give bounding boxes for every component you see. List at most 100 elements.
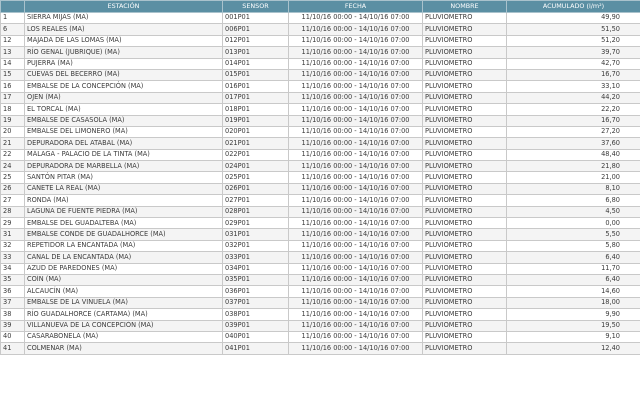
accumulated-value-cell: 5,80 <box>506 239 640 253</box>
sensor-type-cell: PLUVIOMETRO <box>422 23 507 36</box>
sensor-code-cell: 015P01 <box>222 68 289 82</box>
table-row: 36 ALCAUCÍN (MA) 036P01 11/10/16 00:00 - 14… <box>0 285 640 298</box>
table-row: 39 VILLANUEVA DE LA CONCEPCIÓN (MA) 039P01… <box>0 319 640 332</box>
header-acumulado[interactable]: ACUMULADO (l/m²) <box>506 0 640 13</box>
sensor-type-cell: PLUVIOMETRO <box>422 148 507 162</box>
rainfall-table-container: ESTACIÓN SENSOR FECHA NOMBRE ACUMULADO (… <box>0 0 640 407</box>
sensor-code-cell: 017P01 <box>222 91 289 105</box>
date-range-cell: 11/10/16 00:00 - 14/10/16 07:00 <box>288 273 423 287</box>
station-id-cell: 32 <box>0 239 25 253</box>
station-name-cell: MÁLAGA - PALACIO DE LA TINTA (MA) <box>24 148 223 162</box>
date-range-cell: 11/10/16 00:00 - 14/10/16 07:00 <box>288 91 423 105</box>
station-id-cell: 18 <box>0 103 25 116</box>
station-name-cell: DEPURADORA DE MARBELLA (MA) <box>24 160 223 173</box>
sensor-code-cell: 026P01 <box>222 182 289 196</box>
date-range-cell: 11/10/16 00:00 - 14/10/16 07:00 <box>288 23 423 36</box>
table-header-row: ESTACIÓN SENSOR FECHA NOMBRE ACUMULADO (… <box>0 0 640 13</box>
header-estacion[interactable]: ESTACIÓN <box>24 0 223 13</box>
sensor-type-cell: PLUVIOMETRO <box>422 182 507 196</box>
date-range-cell: 11/10/16 00:00 - 14/10/16 07:00 <box>288 228 423 241</box>
header-id <box>0 0 25 13</box>
station-id-cell: 41 <box>0 342 25 355</box>
station-id-cell: 29 <box>0 217 25 230</box>
table-row: 16 EMBALSE DE LA CONCEPCIÓN (MA) 016P01 11/… <box>0 80 640 93</box>
station-id-cell: 1 <box>0 11 25 25</box>
date-range-cell: 11/10/16 00:00 - 14/10/16 07:00 <box>288 171 423 184</box>
table-row: 32 REPETIDOR LA ENCANTADA (MA) 032P01 11/10… <box>0 239 640 253</box>
sensor-code-cell: 038P01 <box>222 308 289 321</box>
rainfall-table: ESTACIÓN SENSOR FECHA NOMBRE ACUMULADO (… <box>0 0 640 355</box>
accumulated-value-cell: 6,80 <box>506 194 640 207</box>
station-id-cell: 25 <box>0 171 25 184</box>
station-id-cell: 16 <box>0 80 25 93</box>
station-id-cell: 22 <box>0 148 25 162</box>
sensor-code-cell: 022P01 <box>222 148 289 162</box>
table-row: 27 RONDA (MA) 027P01 11/10/16 00:00 - 14/10… <box>0 194 640 207</box>
accumulated-value-cell: 16,70 <box>506 68 640 82</box>
date-range-cell: 11/10/16 00:00 - 14/10/16 07:00 <box>288 319 423 332</box>
sensor-type-cell: PLUVIOMETRO <box>422 46 507 59</box>
date-range-cell: 11/10/16 00:00 - 14/10/16 07:00 <box>288 160 423 173</box>
table-row: 41 COLMENAR (MA) 041P01 11/10/16 00:00 - 14… <box>0 342 640 355</box>
table-row: 28 LAGUNA DE FUENTE PIEDRA (MA) 028P01 11/1… <box>0 205 640 219</box>
accumulated-value-cell: 51,50 <box>506 23 640 36</box>
date-range-cell: 11/10/16 00:00 - 14/10/16 07:00 <box>288 194 423 207</box>
station-id-cell: 26 <box>0 182 25 196</box>
date-range-cell: 11/10/16 00:00 - 14/10/16 07:00 <box>288 308 423 321</box>
table-row: 25 SANTÓN PITAR (MA) 025P01 11/10/16 00:00 … <box>0 171 640 184</box>
station-name-cell: PUJERRA (MA) <box>24 57 223 70</box>
accumulated-value-cell: 5,50 <box>506 228 640 241</box>
station-id-cell: 14 <box>0 57 25 70</box>
date-range-cell: 11/10/16 00:00 - 14/10/16 07:00 <box>288 68 423 82</box>
table-row: 35 COÍN (MA) 035P01 11/10/16 00:00 - 14/10/… <box>0 273 640 287</box>
accumulated-value-cell: 42,70 <box>506 57 640 70</box>
date-range-cell: 11/10/16 00:00 - 14/10/16 07:00 <box>288 114 423 127</box>
sensor-code-cell: 025P01 <box>222 171 289 184</box>
date-range-cell: 11/10/16 00:00 - 14/10/16 07:00 <box>288 57 423 70</box>
station-id-cell: 38 <box>0 308 25 321</box>
sensor-type-cell: PLUVIOMETRO <box>422 80 507 93</box>
station-id-cell: 40 <box>0 330 25 344</box>
sensor-code-cell: 028P01 <box>222 205 289 219</box>
date-range-cell: 11/10/16 00:00 - 14/10/16 07:00 <box>288 137 423 150</box>
sensor-type-cell: PLUVIOMETRO <box>422 217 507 230</box>
header-sensor[interactable]: SENSOR <box>222 0 289 13</box>
sensor-type-cell: PLUVIOMETRO <box>422 114 507 127</box>
sensor-code-cell: 006P01 <box>222 23 289 36</box>
sensor-code-cell: 014P01 <box>222 57 289 70</box>
station-name-cell: VILLANUEVA DE LA CONCEPCIÓN (MA) <box>24 319 223 332</box>
table-row: 14 PUJERRA (MA) 014P01 11/10/16 00:00 - 14/… <box>0 57 640 70</box>
table-row: 22 MÁLAGA - PALACIO DE LA TINTA (MA) 022P0… <box>0 148 640 162</box>
table-row: 24 DEPURADORA DE MARBELLA (MA) 024P01 11/10… <box>0 160 640 173</box>
accumulated-value-cell: 51,20 <box>506 34 640 48</box>
station-name-cell: EMBALSE DE LA CONCEPCIÓN (MA) <box>24 80 223 93</box>
station-name-cell: LOS REALES (MA) <box>24 23 223 36</box>
station-name-cell: EMBALSE DE LA VIÑUELA (MA) <box>24 296 223 310</box>
date-range-cell: 11/10/16 00:00 - 14/10/16 07:00 <box>288 103 423 116</box>
station-name-cell: LAGUNA DE FUENTE PIEDRA (MA) <box>24 205 223 219</box>
station-id-cell: 20 <box>0 125 25 139</box>
sensor-type-cell: PLUVIOMETRO <box>422 273 507 287</box>
sensor-code-cell: 020P01 <box>222 125 289 139</box>
sensor-code-cell: 001P01 <box>222 11 289 25</box>
station-name-cell: CUEVAS DEL BECERRO (MA) <box>24 68 223 82</box>
date-range-cell: 11/10/16 00:00 - 14/10/16 07:00 <box>288 296 423 310</box>
date-range-cell: 11/10/16 00:00 - 14/10/16 07:00 <box>288 148 423 162</box>
sensor-type-cell: PLUVIOMETRO <box>422 34 507 48</box>
header-fecha[interactable]: FECHA <box>288 0 423 13</box>
accumulated-value-cell: 22,20 <box>506 103 640 116</box>
table-row: 20 EMBALSE DEL LIMONERO (MA) 020P01 11/10/1… <box>0 125 640 139</box>
sensor-type-cell: PLUVIOMETRO <box>422 251 507 264</box>
sensor-code-cell: 036P01 <box>222 285 289 298</box>
station-name-cell: SANTÓN PITAR (MA) <box>24 171 223 184</box>
station-name-cell: OJEN (MA) <box>24 91 223 105</box>
sensor-code-cell: 033P01 <box>222 251 289 264</box>
header-nombre[interactable]: NOMBRE <box>422 0 507 13</box>
table-row: 40 CASARABONELA (MA) 040P01 11/10/16 00:00 … <box>0 330 640 344</box>
accumulated-value-cell: 16,70 <box>506 114 640 127</box>
table-row: 6 LOS REALES (MA) 006P01 11/10/16 00:00 - 1… <box>0 23 640 36</box>
station-name-cell: EMBALSE DEL LIMONERO (MA) <box>24 125 223 139</box>
date-range-cell: 11/10/16 00:00 - 14/10/16 07:00 <box>288 251 423 264</box>
sensor-type-cell: PLUVIOMETRO <box>422 319 507 332</box>
table-row: 33 CANAL DE LA ENCANTADA (MA) 033P01 11/10/… <box>0 251 640 264</box>
